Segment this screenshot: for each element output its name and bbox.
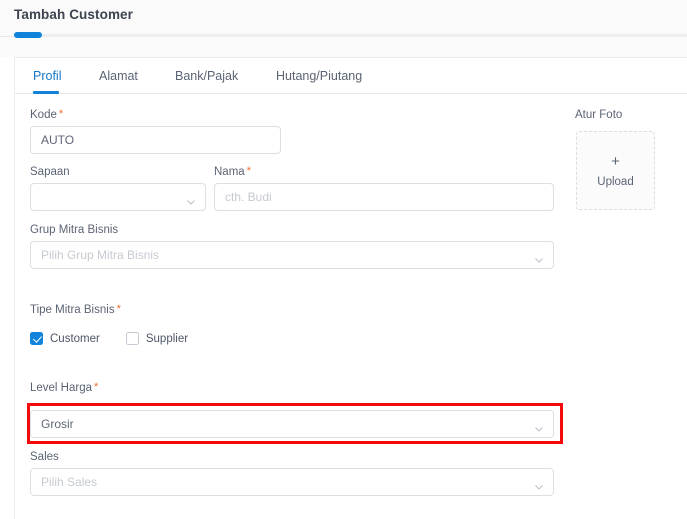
grup-mitra-bisnis-placeholder: Pilih Grup Mitra Bisnis <box>41 248 159 262</box>
grup-mitra-bisnis-select[interactable]: Pilih Grup Mitra Bisnis <box>30 241 554 269</box>
grup-mitra-bisnis-label-text: Grup Mitra Bisnis <box>30 224 118 236</box>
plus-icon: + <box>611 154 620 169</box>
subheader-strip <box>0 37 687 57</box>
level-harga-select[interactable]: Grosir <box>30 410 554 438</box>
sales-select[interactable]: Pilih Sales <box>30 468 554 496</box>
chevron-down-icon <box>535 479 543 484</box>
progress-track <box>14 34 687 37</box>
checkbox-supplier[interactable]: Supplier <box>126 332 188 345</box>
sapaan-label-text: Sapaan <box>30 166 70 178</box>
kode-label: Kode* <box>30 109 63 121</box>
page-title: Tambah Customer <box>14 7 133 22</box>
profil-form: Kode* AUTO Sapaan Nama* cth. Budi Grup M… <box>15 94 687 519</box>
tipe-mitra-bisnis-label: Tipe Mitra Bisnis* <box>30 304 121 316</box>
chevron-down-icon <box>187 194 195 199</box>
chevron-down-icon <box>535 252 543 257</box>
required-asterisk: * <box>117 303 121 315</box>
required-asterisk: * <box>94 381 98 393</box>
grup-mitra-bisnis-label: Grup Mitra Bisnis <box>30 224 118 236</box>
checkbox-customer-box[interactable] <box>30 332 43 345</box>
chevron-down-icon <box>535 421 543 426</box>
required-asterisk: * <box>59 108 63 120</box>
tipe-mitra-bisnis-options: Customer Supplier <box>30 332 188 345</box>
progress-indicator <box>14 32 42 38</box>
form-card: Profil Alamat Bank/Pajak Hutang/Piutang … <box>14 57 687 519</box>
tab-bank-pajak[interactable]: Bank/Pajak <box>175 69 238 83</box>
atur-foto-label: Atur Foto <box>575 109 622 121</box>
checkbox-supplier-label: Supplier <box>146 333 188 345</box>
checkbox-supplier-box[interactable] <box>126 332 139 345</box>
tab-bar: Profil Alamat Bank/Pajak Hutang/Piutang <box>15 58 687 94</box>
tipe-mitra-bisnis-label-text: Tipe Mitra Bisnis <box>30 304 115 316</box>
kode-input[interactable]: AUTO <box>30 126 281 154</box>
checkbox-customer[interactable]: Customer <box>30 332 100 345</box>
sapaan-label: Sapaan <box>30 166 70 178</box>
checkbox-customer-label: Customer <box>50 333 100 345</box>
kode-value: AUTO <box>41 133 74 147</box>
sales-placeholder: Pilih Sales <box>41 475 97 489</box>
nama-label-text: Nama <box>214 166 245 178</box>
nama-label: Nama* <box>214 166 251 178</box>
kode-label-text: Kode <box>30 109 57 121</box>
level-harga-value: Grosir <box>41 417 74 431</box>
sales-label: Sales <box>30 451 59 463</box>
nama-input[interactable]: cth. Budi <box>214 183 554 211</box>
sales-label-text: Sales <box>30 451 59 463</box>
tab-alamat[interactable]: Alamat <box>99 69 138 83</box>
upload-button-label: Upload <box>597 176 633 188</box>
tab-profil[interactable]: Profil <box>33 69 61 83</box>
nama-placeholder: cth. Budi <box>225 190 272 204</box>
sapaan-select[interactable] <box>30 183 206 211</box>
level-harga-label-text: Level Harga <box>30 382 92 394</box>
tab-hutang-piutang[interactable]: Hutang/Piutang <box>276 69 362 83</box>
upload-photo-button[interactable]: + Upload <box>576 131 655 210</box>
level-harga-label: Level Harga* <box>30 382 98 394</box>
required-asterisk: * <box>247 165 251 177</box>
